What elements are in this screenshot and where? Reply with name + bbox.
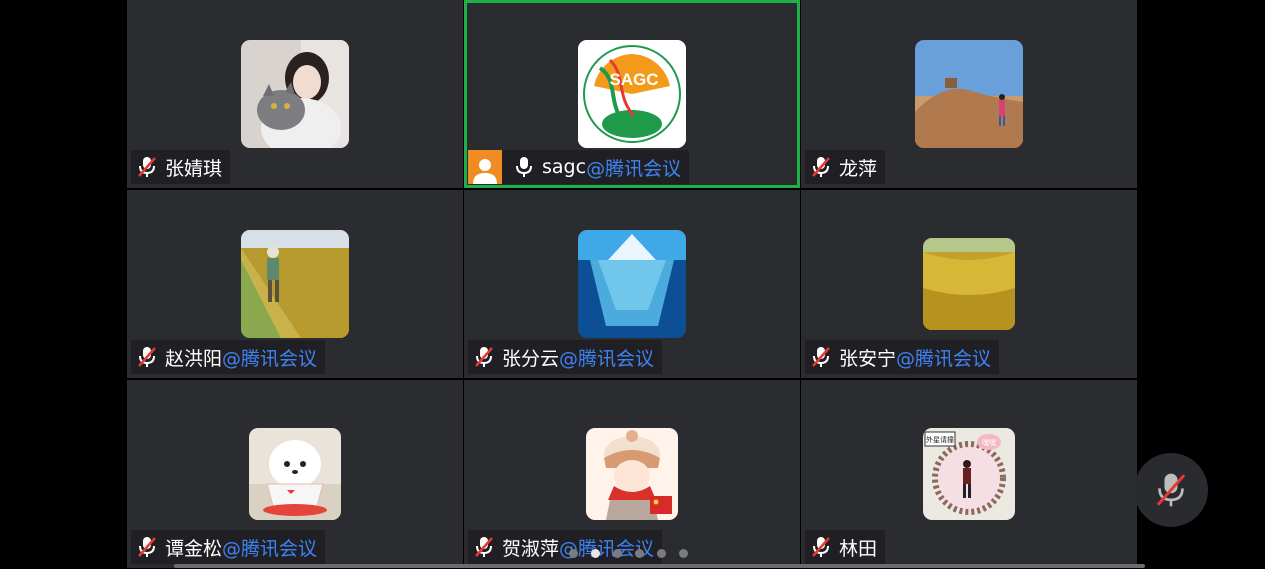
participant-avatar <box>586 428 678 520</box>
host-badge-icon <box>468 150 502 184</box>
participant-name-bar: 林田 <box>805 530 886 564</box>
mic-muted-icon <box>812 347 830 367</box>
participant-tile[interactable]: 龙萍 <box>801 0 1137 188</box>
page-indicator <box>569 549 688 558</box>
participant-suffix: @腾讯会议 <box>586 157 682 180</box>
participant-name: 张婧琪 <box>165 157 223 180</box>
page-dot[interactable] <box>569 549 578 558</box>
participant-suffix: @腾讯会议 <box>896 347 992 370</box>
page-dot[interactable] <box>679 549 688 558</box>
participant-name-bar: 张婧琪 <box>131 150 231 184</box>
participant-name-bar: sagc @腾讯会议 <box>468 150 690 184</box>
mic-muted-icon <box>475 347 493 367</box>
participant-name-bar: 赵洪阳 @腾讯会议 <box>131 340 326 374</box>
participant-avatar <box>241 230 349 338</box>
video-grid: 张婧琪 SAGC sagc @腾讯会议 龙萍 赵洪阳 @腾讯会议 张分云 @腾讯… <box>127 0 1138 569</box>
participant-avatar: 外星请撞 嘿嘿 <box>923 428 1015 520</box>
mic-muted-icon <box>475 537 493 557</box>
participant-name: sagc <box>542 156 587 178</box>
participant-name-bar: 龙萍 <box>805 150 886 184</box>
page-dot-current[interactable] <box>591 549 600 558</box>
logo-center-text: SAGC <box>609 70 658 89</box>
participant-name: 贺淑萍 <box>502 537 560 560</box>
art-sign-text: 外星请撞 <box>926 435 954 444</box>
horizontal-scrollbar[interactable] <box>174 564 1145 568</box>
mic-active-icon <box>516 157 532 177</box>
participant-tile[interactable]: 谭金松 @腾讯会议 <box>127 380 463 568</box>
participant-tile[interactable]: 张婧琪 <box>127 0 463 188</box>
participant-avatar <box>249 428 341 520</box>
page-dot[interactable] <box>657 549 666 558</box>
participant-name-bar: 贺淑萍 @腾讯会议 <box>468 530 663 564</box>
mic-muted-icon <box>138 347 156 367</box>
mute-toggle-button[interactable] <box>1134 453 1208 527</box>
participant-avatar <box>578 230 686 338</box>
participant-tile[interactable]: 赵洪阳 @腾讯会议 <box>127 190 463 378</box>
art-bubble-text: 嘿嘿 <box>982 439 996 447</box>
participant-tile[interactable]: 张分云 @腾讯会议 <box>464 190 800 378</box>
mic-muted-icon <box>138 537 156 557</box>
participant-tile[interactable]: 贺淑萍 @腾讯会议 <box>464 380 800 568</box>
participant-avatar <box>915 40 1023 148</box>
participant-suffix: @腾讯会议 <box>222 347 318 370</box>
participant-name-bar: 张分云 @腾讯会议 <box>468 340 663 374</box>
mic-muted-icon <box>812 537 830 557</box>
participant-suffix: @腾讯会议 <box>222 537 318 560</box>
participant-name: 谭金松 <box>165 537 223 560</box>
participant-tile-active-speaker[interactable]: SAGC sagc @腾讯会议 <box>464 0 800 188</box>
mic-muted-icon <box>138 157 156 177</box>
participant-tile[interactable]: 外星请撞 嘿嘿 林田 <box>801 380 1137 568</box>
participant-name: 赵洪阳 <box>165 347 223 370</box>
participant-name: 林田 <box>839 537 878 560</box>
sagc-logo: SAGC <box>578 40 686 148</box>
mic-muted-icon <box>812 157 830 177</box>
page-dot[interactable] <box>613 549 622 558</box>
participant-name: 张安宁 <box>839 347 897 370</box>
participant-name: 龙萍 <box>839 157 878 180</box>
page-dot[interactable] <box>635 549 644 558</box>
participant-name-bar: 谭金松 @腾讯会议 <box>131 530 326 564</box>
mic-off-icon <box>1156 473 1186 507</box>
participant-avatar <box>241 40 349 148</box>
participant-tile[interactable]: 张安宁 @腾讯会议 <box>801 190 1137 378</box>
participant-avatar <box>923 238 1015 330</box>
participant-name-bar: 张安宁 @腾讯会议 <box>805 340 1000 374</box>
participant-suffix: @腾讯会议 <box>559 347 655 370</box>
participant-name: 张分云 <box>502 347 560 370</box>
